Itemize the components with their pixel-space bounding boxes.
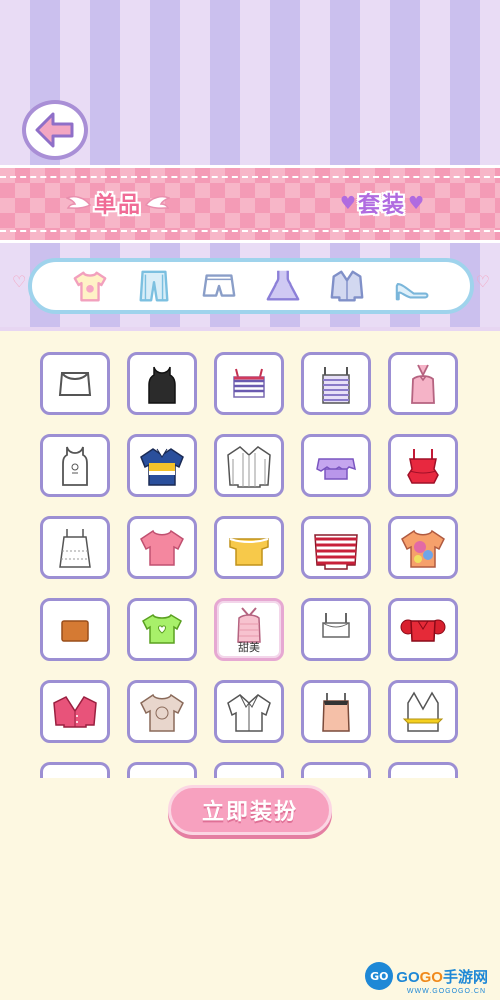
item-cell[interactable] [301, 516, 371, 579]
tab-single-label: 单品 [93, 193, 142, 218]
category-shoes[interactable] [392, 266, 432, 306]
green-heart-crop-tee-icon [142, 613, 182, 644]
pink-halter-top-icon [411, 364, 435, 404]
item-cell[interactable] [214, 352, 284, 415]
red-ruffle-cami-icon [407, 448, 439, 484]
watermark: GO GOGO手游网 [365, 962, 488, 990]
category-tops[interactable] [70, 266, 110, 306]
heels-icon [395, 283, 429, 301]
item-cell-selected[interactable]: 甜美 [214, 598, 284, 661]
tab-outfits[interactable]: ♥ 套装 ♥ [330, 183, 434, 223]
item-cell[interactable] [40, 434, 110, 497]
left-hearts-deco-icon: ♡ [12, 272, 27, 291]
white-striped-blouse-icon [227, 445, 271, 488]
item-cell[interactable] [127, 680, 197, 743]
jacket-icon [331, 270, 364, 302]
category-jackets[interactable] [327, 266, 367, 306]
divider [0, 327, 500, 331]
blue-yellow-polo-icon [140, 447, 184, 486]
yellow-offshoulder-top-icon [229, 537, 269, 566]
item-cell[interactable] [214, 516, 284, 579]
pink-tee-icon [140, 529, 184, 566]
watermark-logo-icon: GO [365, 962, 394, 990]
left-wing-icon [65, 195, 92, 209]
white-lace-cami-icon [59, 528, 91, 568]
item-cell[interactable] [388, 680, 458, 743]
purple-ruffle-top-icon [316, 457, 356, 480]
item-cell[interactable] [40, 516, 110, 579]
item-cell[interactable] [214, 434, 284, 497]
tab-outfits-label: 套装 [357, 193, 406, 218]
category-shorts[interactable] [199, 266, 239, 306]
white-wrap-top-icon [402, 691, 444, 732]
item-cell[interactable] [388, 598, 458, 661]
item-cell[interactable] [388, 762, 458, 778]
category-dresses[interactable] [263, 266, 303, 306]
black-tank-top-icon [148, 366, 176, 404]
item-cell[interactable] [301, 352, 371, 415]
dress-icon [266, 270, 300, 301]
item-cell[interactable] [388, 516, 458, 579]
heart-left-icon: ♥ [339, 192, 356, 214]
peach-lace-cami-icon [322, 692, 350, 732]
pink-cardigan-icon [53, 695, 97, 728]
watermark-url: WWW.GOGOGO.CN [406, 988, 486, 995]
red-striped-offshoulder-icon [314, 533, 358, 570]
white-graphic-tank-icon [62, 446, 88, 486]
watermark-brand: GOGO手游网 [396, 968, 488, 986]
category-bar [28, 258, 474, 314]
heart-right-icon: ♥ [408, 192, 425, 214]
item-cell[interactable] [301, 762, 371, 778]
item-cell[interactable] [127, 516, 197, 579]
category-pants[interactable] [134, 266, 174, 306]
apply-outfit-label: 立即装扮 [201, 800, 298, 825]
purple-striped-cami-icon [322, 366, 350, 404]
right-wing-icon [144, 195, 170, 209]
striped-crop-cami-icon [233, 368, 265, 398]
item-grid-scroll[interactable]: 甜美 [0, 340, 500, 778]
apply-outfit-button[interactable]: 立即装扮 [168, 785, 332, 835]
right-hearts-deco-icon: ♡ [475, 272, 490, 291]
item-cell[interactable] [40, 762, 110, 778]
item-cell[interactable] [40, 598, 110, 661]
item-cell[interactable] [301, 598, 371, 661]
item-cell[interactable] [127, 352, 197, 415]
item-cell[interactable] [40, 680, 110, 743]
tab-single-items[interactable]: 单品 [62, 183, 174, 223]
item-cell[interactable] [301, 434, 371, 497]
item-cell[interactable] [127, 762, 197, 778]
item-cell[interactable] [301, 680, 371, 743]
shorts-icon [202, 274, 236, 297]
red-puff-crop-top-icon [400, 619, 446, 642]
item-cell[interactable] [214, 762, 284, 778]
item-cell[interactable] [127, 598, 197, 661]
item-cell[interactable] [388, 434, 458, 497]
pants-icon [139, 270, 169, 302]
item-cell[interactable] [127, 434, 197, 497]
beige-print-tee-icon [140, 693, 184, 732]
back-arrow-icon [35, 112, 74, 148]
item-cell[interactable] [388, 352, 458, 415]
item-cell[interactable] [40, 352, 110, 415]
item-style-tag: 甜美 [238, 641, 260, 654]
tshirt-icon [73, 271, 107, 302]
white-sports-bra-icon [322, 612, 350, 638]
white-crop-top-icon [58, 371, 92, 396]
tie-dye-tee-icon [401, 529, 445, 568]
white-shirt-icon [227, 693, 271, 732]
orange-tube-top-icon [61, 619, 89, 642]
back-button[interactable] [22, 100, 88, 160]
item-cell[interactable] [214, 680, 284, 743]
